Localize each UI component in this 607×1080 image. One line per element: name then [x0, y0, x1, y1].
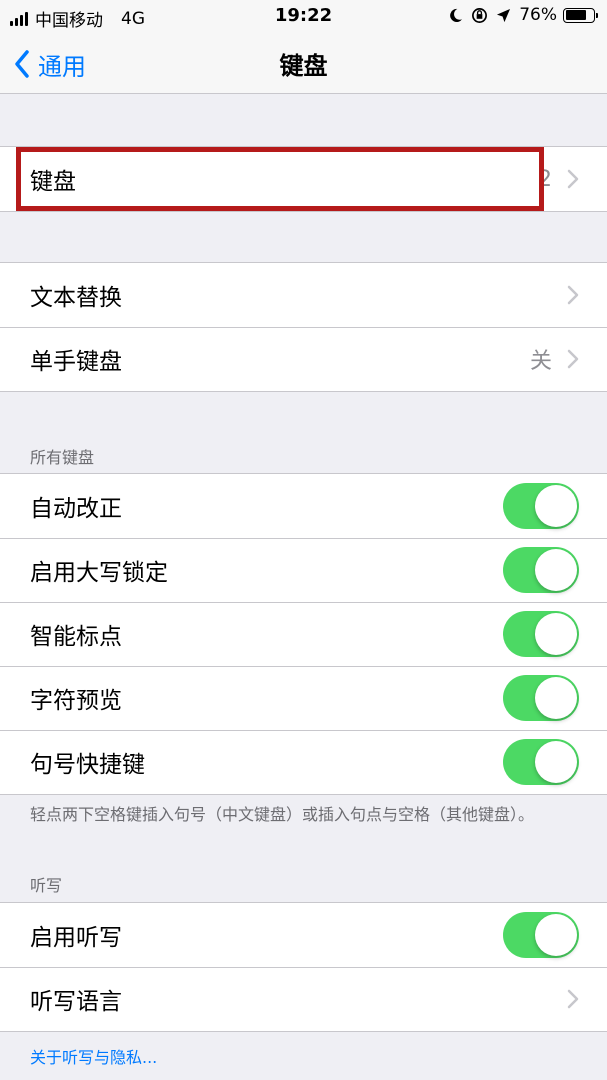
one-handed-value: 关 [529, 349, 552, 374]
row-label: 启用听写 [30, 925, 122, 951]
section-header-all-keyboards: 所有键盘 [30, 448, 95, 467]
smart-punctuation-toggle[interactable] [503, 611, 579, 657]
row-label: 自动改正 [30, 496, 122, 522]
dictation-group: 启用听写 听写语言 [0, 902, 607, 1032]
chevron-right-icon [567, 349, 579, 369]
enable-dictation-row: 启用听写 [0, 903, 607, 967]
page-title: 键盘 [279, 52, 328, 80]
orientation-lock-icon [472, 7, 488, 23]
keyboards-group: 键盘 2 [0, 146, 607, 212]
dictation-privacy-link[interactable]: 关于听写与隐私... [30, 1044, 157, 1068]
caps-lock-row: 启用大写锁定 [0, 538, 607, 602]
text-group: 文本替换 单手键盘 关 [0, 262, 607, 392]
row-label: 文本替换 [30, 285, 122, 311]
period-shortcut-toggle[interactable] [503, 739, 579, 785]
moon-icon [450, 8, 463, 22]
location-icon [497, 8, 511, 22]
row-label: 单手键盘 [30, 349, 122, 375]
character-preview-row: 字符预览 [0, 666, 607, 730]
keyboards-count: 2 [538, 166, 552, 192]
keyboards-row[interactable]: 键盘 2 [0, 147, 607, 211]
caps-lock-toggle[interactable] [503, 547, 579, 593]
chevron-right-icon [567, 285, 579, 305]
text-replacement-row[interactable]: 文本替换 [0, 263, 607, 327]
chevron-right-icon [567, 169, 579, 189]
one-handed-keyboard-row[interactable]: 单手键盘 关 [0, 327, 607, 391]
row-label: 启用大写锁定 [30, 560, 168, 586]
battery-icon [563, 7, 598, 23]
row-label: 智能标点 [30, 624, 122, 650]
status-right: 76% [440, 5, 598, 25]
enable-dictation-toggle[interactable] [503, 912, 579, 958]
period-shortcut-row: 句号快捷键 [0, 730, 607, 794]
row-label: 字符预览 [30, 688, 122, 714]
row-label: 听写语言 [30, 989, 122, 1015]
character-preview-toggle[interactable] [503, 675, 579, 721]
dictation-languages-row[interactable]: 听写语言 [0, 967, 607, 1031]
row-label: 键盘 [30, 169, 76, 195]
period-shortcut-footer: 轻点两下空格键插入句号（中文键盘）或插入句点与空格（其他键盘）。 [30, 805, 535, 824]
battery-percent: 76% [519, 5, 557, 25]
row-label: 句号快捷键 [30, 752, 145, 778]
all-keyboards-group: 自动改正 启用大写锁定 智能标点 字符预览 句号快捷键 [0, 473, 607, 795]
auto-correct-row: 自动改正 [0, 474, 607, 538]
status-bar: 中国移动 4G 19:22 76% [0, 0, 607, 34]
navigation-bar: 通用 键盘 [0, 34, 607, 94]
smart-punctuation-row: 智能标点 [0, 602, 607, 666]
chevron-right-icon [567, 989, 579, 1009]
auto-correct-toggle[interactable] [503, 483, 579, 529]
section-header-dictation: 听写 [30, 876, 63, 895]
